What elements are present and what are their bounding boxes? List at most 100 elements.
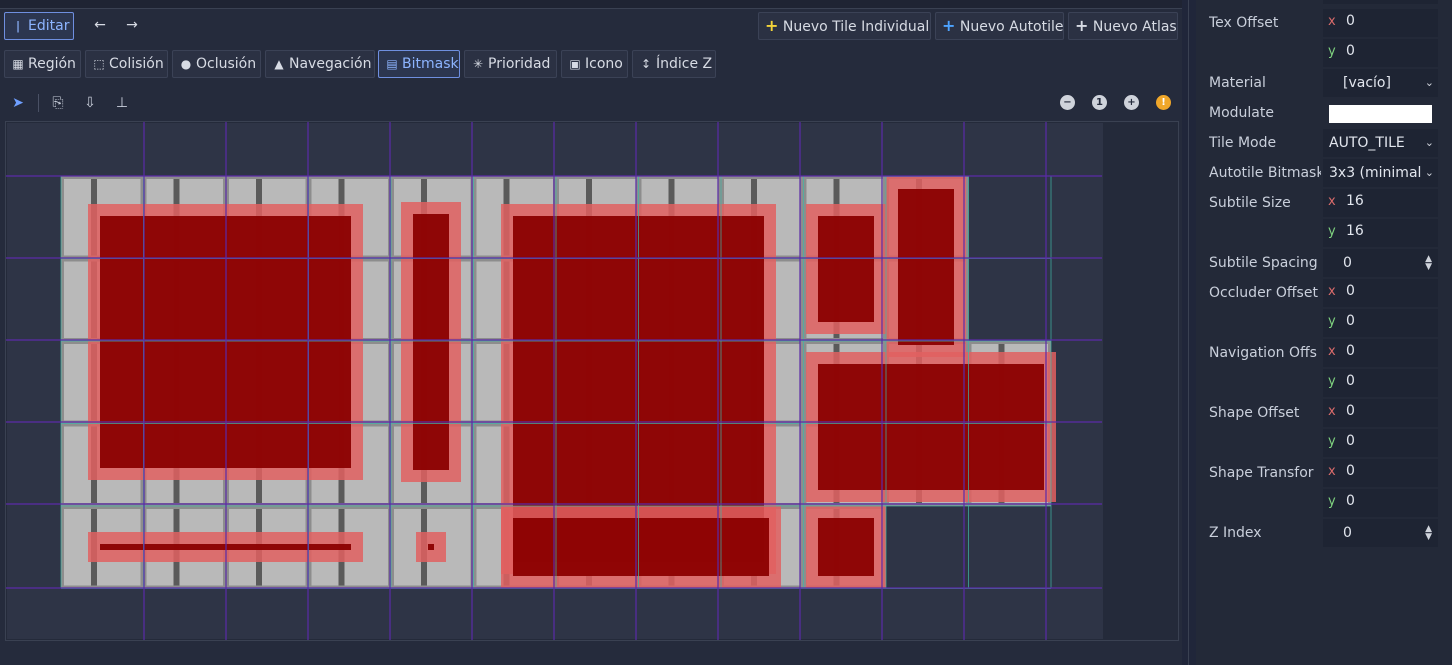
z-index-spinbox[interactable]: 0 ▲ ▼ bbox=[1323, 519, 1438, 547]
tab-collision-label: Colisión bbox=[109, 56, 164, 72]
tab-occlusion[interactable]: ● Oclusión bbox=[172, 50, 261, 78]
tab-icon[interactable]: ▣ Icono bbox=[561, 50, 628, 78]
bitmask-fill bbox=[513, 518, 769, 576]
autotile-bitmask-dropdown[interactable]: 3x3 (minimal ⌄ bbox=[1323, 159, 1438, 187]
empty-cell bbox=[886, 506, 969, 589]
navigation-offset-y-field[interactable]: y0 bbox=[1323, 369, 1438, 397]
navigation-offset-label: Navigation Offs bbox=[1209, 345, 1317, 361]
erase-bitmask-icon[interactable]: ⊥ bbox=[112, 93, 132, 113]
occluder-offset-y-field[interactable]: y0 bbox=[1323, 309, 1438, 337]
arrow-right-icon: → bbox=[126, 17, 138, 33]
zoom-reset-label: 1 bbox=[1096, 97, 1103, 108]
panel-divider[interactable] bbox=[1182, 0, 1196, 665]
tex-offset-y-value: 0 bbox=[1346, 43, 1355, 59]
subtile-size-y-field[interactable]: y 16 bbox=[1323, 219, 1438, 247]
navigation-offset-x-field[interactable]: x0 bbox=[1323, 339, 1438, 367]
shape-transform-y-field[interactable]: y0 bbox=[1323, 489, 1438, 517]
tex-offset-x-value: 0 bbox=[1346, 13, 1355, 29]
subtile-size-x-field[interactable]: x 16 bbox=[1323, 189, 1438, 217]
y-axis-label: y bbox=[1328, 374, 1336, 389]
new-autotile-label: Nuevo Autotile bbox=[959, 19, 1064, 35]
tab-z-index-label: Índice Z bbox=[656, 56, 713, 72]
zoom-in-icon[interactable]: + bbox=[1124, 95, 1139, 110]
edit-icon: ǀ bbox=[16, 19, 20, 33]
empty-cell bbox=[968, 506, 1051, 589]
subtile-size-y-value: 16 bbox=[1346, 223, 1364, 239]
tile-mode-label: Tile Mode bbox=[1209, 135, 1277, 151]
modulate-color-picker[interactable] bbox=[1329, 105, 1432, 123]
y-axis-label: y bbox=[1328, 44, 1336, 59]
z-index-label: Z Index bbox=[1209, 525, 1262, 541]
top-clipped-field[interactable] bbox=[1323, 0, 1438, 4]
tab-bitmask[interactable]: ▤ Bitmask bbox=[378, 50, 460, 78]
spin-arrows-icon: ▲ ▼ bbox=[1425, 254, 1432, 272]
shape-transform-label: Shape Transfor bbox=[1209, 465, 1314, 481]
mode-toolbar: ▦ Región ⬚ Colisión ● Oclusión ▲ Navegación … bbox=[0, 50, 1182, 80]
bitmask-fill bbox=[818, 518, 874, 576]
shape-offset-y-field[interactable]: y0 bbox=[1323, 429, 1438, 457]
material-dropdown[interactable]: [vacío] ⌄ bbox=[1323, 69, 1438, 97]
shape-offset-label: Shape Offset bbox=[1209, 405, 1300, 421]
empty-cell bbox=[968, 176, 1051, 259]
top-strip bbox=[0, 0, 1182, 9]
tile-mode-value: AUTO_TILE bbox=[1329, 135, 1405, 151]
shape-transform-x-value: 0 bbox=[1346, 463, 1355, 479]
image-icon: ▣ bbox=[569, 57, 581, 71]
tile-mode-dropdown[interactable]: AUTO_TILE ⌄ bbox=[1323, 129, 1438, 157]
z-index-value: 0 bbox=[1343, 525, 1352, 541]
prev-button[interactable]: ← bbox=[86, 12, 114, 40]
tab-z-index[interactable]: ↕ Índice Z bbox=[632, 50, 716, 78]
new-autotile-button[interactable]: + Nuevo Autotile bbox=[935, 12, 1064, 40]
priority-icon: ✳ bbox=[472, 57, 484, 71]
chevron-down-icon: ⌄ bbox=[1424, 76, 1434, 89]
tab-navigation-label: Navegación bbox=[289, 56, 372, 72]
material-value: [vacío] bbox=[1343, 75, 1391, 91]
navigation-offset-x-value: 0 bbox=[1346, 343, 1355, 359]
tab-priority[interactable]: ✳ Prioridad bbox=[464, 50, 557, 78]
x-axis-label: x bbox=[1328, 344, 1336, 359]
tex-offset-x-field[interactable]: x0 bbox=[1323, 9, 1438, 37]
zoom-out-icon[interactable]: − bbox=[1060, 95, 1075, 110]
tex-offset-y-field[interactable]: y0 bbox=[1323, 39, 1438, 67]
toolbar-separator bbox=[38, 94, 39, 112]
bitmask-fill bbox=[818, 364, 1044, 490]
bitmask-overlay[interactable] bbox=[6, 122, 1179, 641]
chevron-down-icon: ⌄ bbox=[1424, 136, 1434, 149]
paste-bitmask-icon[interactable]: ⇩ bbox=[80, 93, 100, 113]
tab-bitmask-label: Bitmask bbox=[402, 56, 459, 72]
shape-offset-x-value: 0 bbox=[1346, 403, 1355, 419]
warning-icon[interactable]: ! bbox=[1156, 95, 1171, 110]
y-axis-label: y bbox=[1328, 314, 1336, 329]
new-atlas-button[interactable]: + Nuevo Atlas bbox=[1068, 12, 1178, 40]
bitmask-fill bbox=[428, 544, 434, 550]
shape-transform-x-field[interactable]: x0 bbox=[1323, 459, 1438, 487]
subtile-spacing-value: 0 bbox=[1343, 255, 1352, 271]
shape-transform-y-value: 0 bbox=[1346, 493, 1355, 509]
tab-region[interactable]: ▦ Región bbox=[4, 50, 81, 78]
plus-icon: + bbox=[942, 16, 956, 35]
occluder-offset-x-field[interactable]: x0 bbox=[1323, 279, 1438, 307]
tab-navigation[interactable]: ▲ Navegación bbox=[265, 50, 375, 78]
select-tool-icon[interactable]: ➤ bbox=[8, 93, 28, 113]
x-axis-label: x bbox=[1328, 404, 1336, 419]
tile-canvas[interactable] bbox=[5, 121, 1179, 641]
x-axis-label: x bbox=[1328, 284, 1336, 299]
next-button[interactable]: → bbox=[118, 12, 146, 40]
shape-offset-x-field[interactable]: x0 bbox=[1323, 399, 1438, 427]
subtile-spacing-spinbox[interactable]: 0 ▲ ▼ bbox=[1323, 249, 1438, 277]
bitmask-icon: ▤ bbox=[386, 57, 398, 71]
arrow-left-icon: ← bbox=[94, 17, 106, 33]
top-toolbar: ǀ Editar ← → + Nuevo Tile Individual + Nu… bbox=[0, 12, 1182, 42]
new-single-tile-button[interactable]: + Nuevo Tile Individual bbox=[758, 12, 931, 40]
copy-bitmask-icon[interactable]: ⎘ bbox=[48, 93, 68, 113]
occlusion-icon: ● bbox=[180, 57, 192, 71]
tab-priority-label: Prioridad bbox=[488, 56, 551, 72]
edit-button[interactable]: ǀ Editar bbox=[4, 12, 74, 40]
zoom-reset-button[interactable]: 1 bbox=[1092, 95, 1107, 110]
x-axis-label: x bbox=[1328, 464, 1336, 479]
shape-offset-y-value: 0 bbox=[1346, 433, 1355, 449]
tab-collision[interactable]: ⬚ Colisión bbox=[85, 50, 168, 78]
z-index-icon: ↕ bbox=[640, 57, 652, 71]
autotile-bitmask-value: 3x3 (minimal bbox=[1329, 165, 1422, 181]
tab-occlusion-label: Oclusión bbox=[196, 56, 257, 72]
